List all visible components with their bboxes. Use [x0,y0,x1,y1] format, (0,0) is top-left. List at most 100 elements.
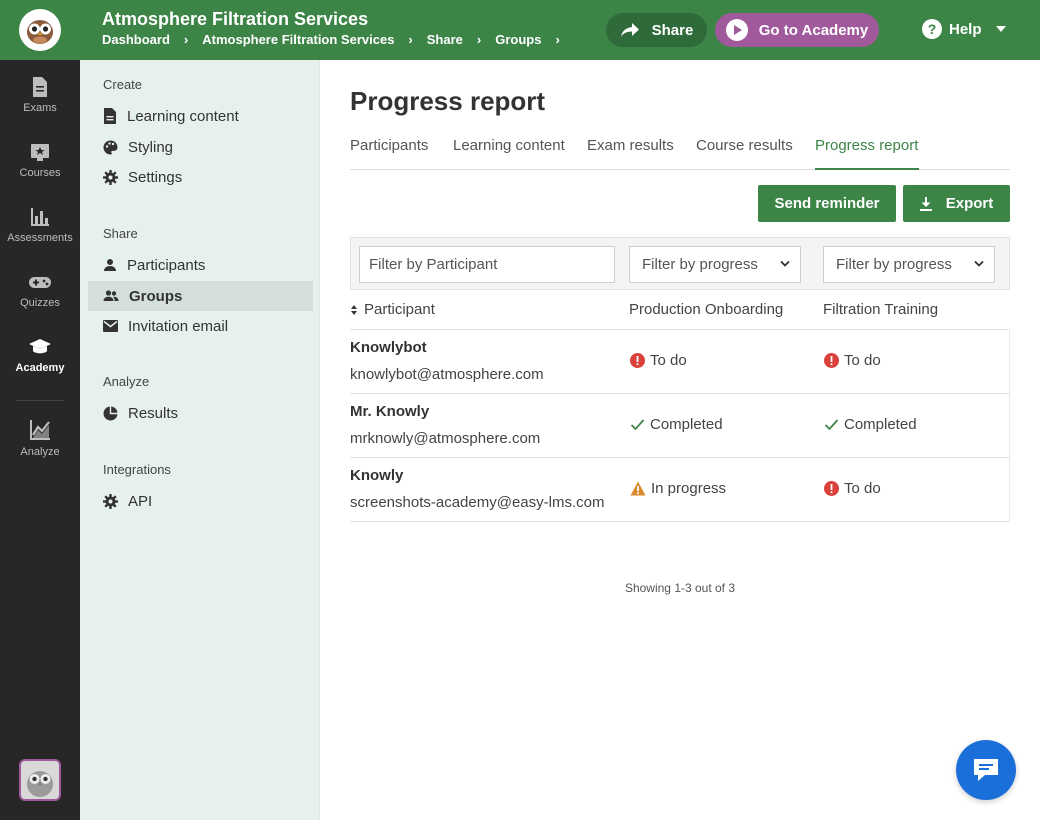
filtration-progress-filter[interactable]: Filter by progress [823,246,995,283]
column-header-participant[interactable]: Participant [350,301,435,318]
status-label: To do [844,480,881,497]
share-button-label: Share [651,21,694,39]
status-cell: To do [630,352,687,369]
rail-item-label: Academy [15,362,65,374]
rail-item-courses[interactable]: Courses [0,141,80,179]
sidebar-heading-share: Share [103,226,138,241]
send-reminder-button[interactable]: Send reminder [758,185,896,222]
envelope-icon [103,320,118,332]
breadcrumb-share[interactable]: Share [427,32,463,47]
sidebar-item-learning-content[interactable]: Learning content [88,101,313,131]
column-header-label: Participant [364,301,435,318]
share-button[interactable]: Share [606,13,707,47]
status-cell: Completed [630,416,723,433]
rail-item-quizzes[interactable]: Quizzes [0,271,80,309]
go-to-academy-button[interactable]: Go to Academy [715,13,879,47]
breadcrumb-academy[interactable]: Atmosphere Filtration Services [202,32,394,47]
active-tab-indicator [815,168,919,170]
secondary-sidebar: Create Learning content Styling Settings… [80,60,320,820]
chat-launcher-button[interactable] [956,740,1016,800]
pagination-summary: Showing 1-3 out of 3 [624,581,736,595]
chevron-right-icon: › [408,32,413,47]
participant-name[interactable]: Knowly [350,467,403,484]
export-label: Export [945,195,994,212]
breadcrumb-groups[interactable]: Groups [495,32,541,47]
status-cell: To do [824,480,881,497]
rail-item-assessments[interactable]: Assessments [0,206,80,244]
production-progress-filter[interactable]: Filter by progress [629,246,801,283]
rail-divider [16,400,64,401]
sort-icon [351,304,357,315]
rail-item-label: Quizzes [20,297,60,309]
tab-exam-results[interactable]: Exam results [587,137,674,154]
table-header: Participant Production Onboarding Filtra… [350,290,1010,330]
document-icon [104,108,116,124]
select-value: Filter by progress [836,256,952,273]
status-label: Completed [650,416,723,433]
alert-circle-icon [824,481,839,496]
checkmark-icon [824,419,839,431]
participant-name[interactable]: Mr. Knowly [350,403,429,420]
main-rail: Exams Courses Assessments Quizzes Academ… [0,0,80,820]
tab-learning-content[interactable]: Learning content [453,137,565,154]
sidebar-item-label: Participants [127,256,206,274]
sidebar-heading-analyze: Analyze [103,374,150,389]
sidebar-item-invitation-email[interactable]: Invitation email [88,311,313,341]
group-icon [103,290,119,301]
chat-bubble-icon [974,759,998,781]
play-icon [725,19,748,41]
caret-down-icon [995,26,1006,32]
gear-icon [103,493,118,509]
help-label: Help [949,20,982,38]
person-icon [104,259,116,271]
table-row: Mr. Knowly mrknowly@atmosphere.com Compl… [350,394,1010,458]
export-button[interactable]: Export [903,185,1010,222]
brand: Atmosphere Filtration Services Dashboard… [102,9,574,47]
participant-filter-input[interactable] [359,246,615,283]
sidebar-heading-integrations: Integrations [103,462,171,477]
sidebar-item-label: Results [128,404,179,422]
pie-chart-icon [103,406,118,420]
sidebar-item-api[interactable]: API [88,486,313,516]
rail-item-academy[interactable]: Academy [0,336,80,374]
logo[interactable] [0,0,80,60]
sidebar-item-label: Styling [128,138,174,156]
sidebar-item-label: Settings [128,168,183,186]
chevron-right-icon: › [555,32,560,47]
tab-progress-report[interactable]: Progress report [815,137,918,154]
breadcrumb-dashboard[interactable]: Dashboard [102,32,170,47]
owl-avatar-icon [27,771,53,797]
tab-participants[interactable]: Participants [350,137,428,154]
page-title: Progress report [350,86,546,116]
status-cell: In progress [630,480,726,497]
rail-item-analyze[interactable]: Analyze [0,418,80,458]
sidebar-item-settings[interactable]: Settings [88,162,313,192]
participant-email: screenshots-academy@easy-lms.com [350,494,605,511]
status-label: Completed [844,416,917,433]
course-icon [31,144,49,161]
graduation-cap-icon [29,339,51,354]
user-avatar[interactable] [19,759,61,801]
chevron-right-icon: › [183,32,189,47]
line-chart-icon [30,420,50,440]
participant-email: mrknowly@atmosphere.com [350,430,541,447]
sidebar-item-label: Groups [129,287,183,305]
alert-circle-icon [824,353,839,368]
sidebar-item-groups[interactable]: Groups [88,281,313,311]
rail-item-label: Assessments [7,232,73,244]
tab-course-results[interactable]: Course results [696,137,793,154]
table-row: Knowly screenshots-academy@easy-lms.com … [350,458,1010,522]
owl-logo-icon [19,9,61,51]
rail-item-label: Exams [23,102,57,114]
sidebar-item-participants[interactable]: Participants [88,250,313,280]
rail-item-exams[interactable]: Exams [0,76,80,114]
bar-chart-icon [31,208,49,226]
participant-name[interactable]: Knowlybot [350,339,427,356]
help-menu[interactable]: ? Help [922,19,1006,39]
sidebar-item-label: Invitation email [128,317,229,335]
chevron-right-icon: › [476,32,482,47]
select-value: Filter by progress [642,256,758,273]
sidebar-item-styling[interactable]: Styling [88,132,313,162]
document-icon [33,77,47,97]
sidebar-item-results[interactable]: Results [88,398,313,428]
